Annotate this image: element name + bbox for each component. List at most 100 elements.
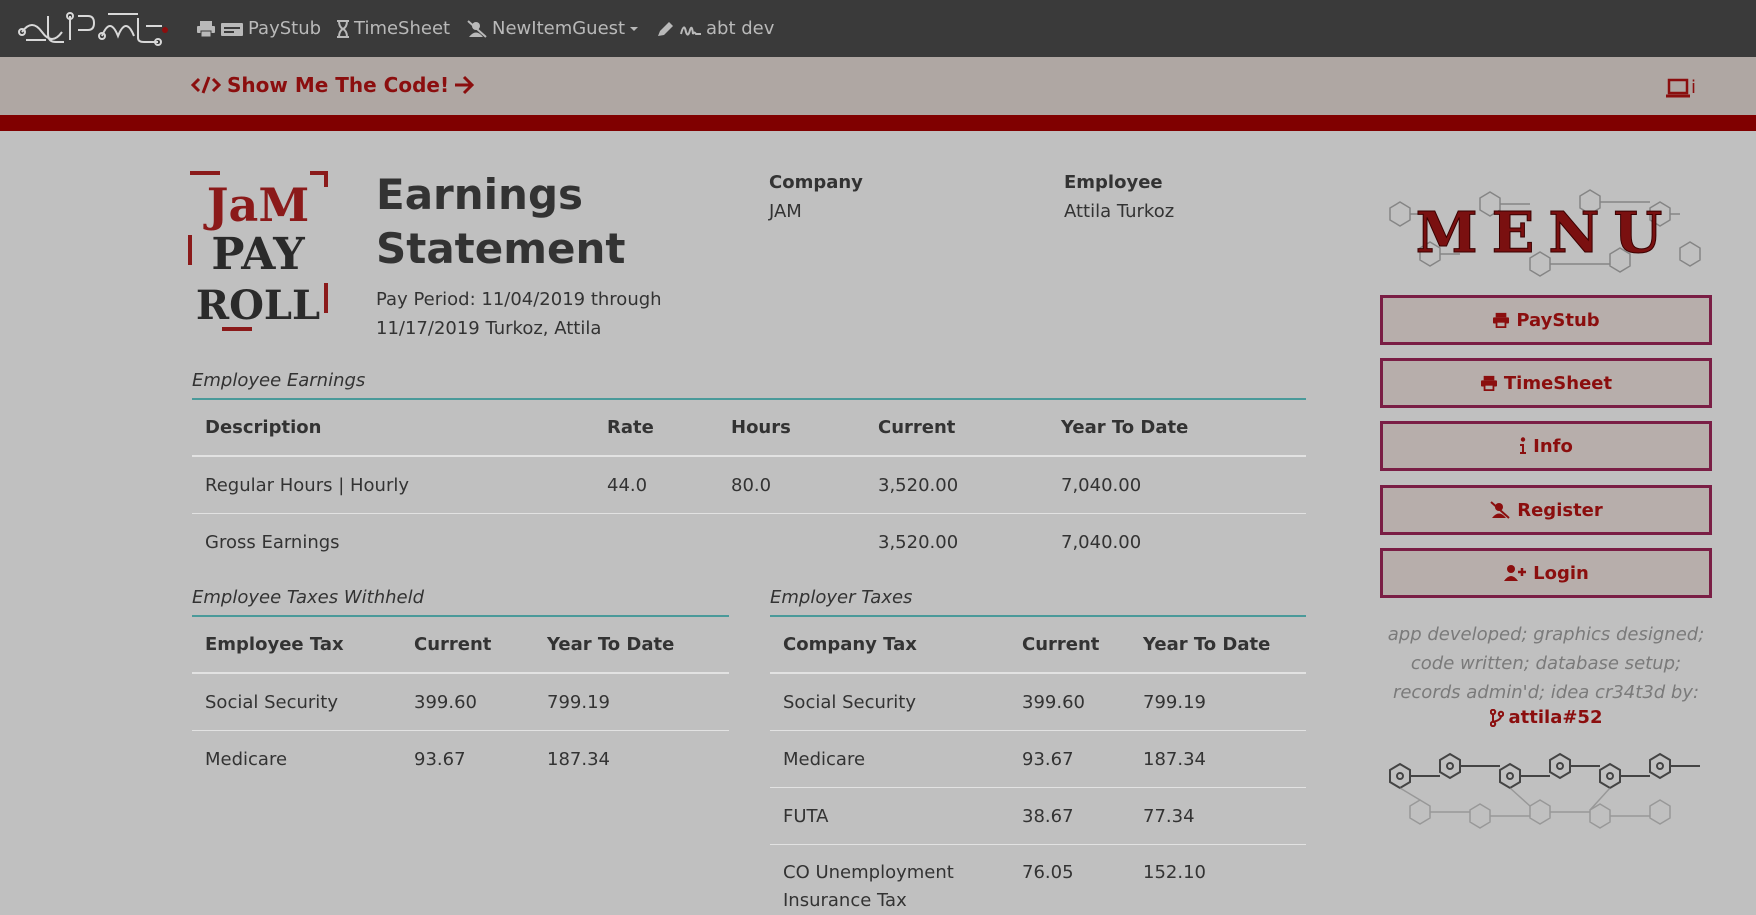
table-cell: 399.60 <box>1009 673 1130 731</box>
pay-period-line-1: Pay Period: 11/04/2019 through <box>376 285 676 314</box>
code-bar: Show Me The Code! i <box>0 57 1756 115</box>
employer-taxes-section-title: Employer Taxes <box>770 587 1306 617</box>
show-code-link[interactable]: Show Me The Code! <box>191 73 449 97</box>
pencil-icon <box>656 20 676 38</box>
table-cell: 80.0 <box>718 456 865 514</box>
author-link[interactable]: attila#52 <box>1380 707 1712 728</box>
table-cell: 799.19 <box>1130 673 1306 731</box>
column-header: Description <box>192 399 594 456</box>
column-header: Current <box>865 399 1048 456</box>
table-cell <box>718 514 865 571</box>
credits-line: code written; database setup; <box>1380 649 1712 678</box>
menu-login-button[interactable]: Login <box>1380 548 1712 598</box>
table-cell: Social Security <box>770 673 1009 731</box>
table-cell: Social Security <box>192 673 401 731</box>
device-info-toggle[interactable]: i <box>1665 77 1696 98</box>
menu-logo-text: MENU <box>1416 200 1677 266</box>
menu-login-label: Login <box>1533 563 1589 584</box>
nav-newitem-label: NewItemGuest <box>492 18 625 39</box>
table-cell: 152.10 <box>1130 845 1306 915</box>
table-row: Social Security 399.60 799.19 <box>770 673 1306 731</box>
table-cell: 187.34 <box>1130 731 1306 788</box>
table-cell: 93.67 <box>1009 731 1130 788</box>
svg-text:PAY: PAY <box>211 229 305 280</box>
column-header: Employee Tax <box>192 616 401 673</box>
employee-label: Employee <box>1064 172 1163 193</box>
table-header-row: Description Rate Hours Current Year To D… <box>192 399 1306 456</box>
hourglass-icon <box>336 20 350 38</box>
info-icon <box>1519 437 1527 455</box>
arrow-right-icon[interactable] <box>453 75 475 95</box>
table-row: Medicare 93.67 187.34 <box>192 731 729 788</box>
user-plus-icon <box>1503 564 1527 582</box>
column-header: Hours <box>718 399 865 456</box>
menu-paystub-button[interactable]: PayStub <box>1380 295 1712 345</box>
table-cell: 3,520.00 <box>865 456 1048 514</box>
table-cell: Medicare <box>192 731 401 788</box>
printer-icon <box>1492 312 1510 328</box>
jam-payroll-logo: JaM PAY ROLL <box>186 169 330 333</box>
table-cell: 3,520.00 <box>865 514 1048 571</box>
printer-icon <box>1480 375 1498 391</box>
credits-text: app developed; graphics designed; code w… <box>1380 620 1712 707</box>
molecule-decoration <box>1380 740 1712 835</box>
table-row: Regular Hours | Hourly 44.0 80.0 3,520.0… <box>192 456 1306 514</box>
nav-abt-dev-label: abt dev <box>706 18 774 39</box>
nav-newitem-dropdown[interactable]: NewItemGuest <box>466 0 643 57</box>
code-branch-icon <box>1490 709 1504 727</box>
laptop-icon <box>1665 78 1691 98</box>
table-cell: CO Unemployment Insurance Tax <box>770 845 1009 915</box>
table-cell: 799.19 <box>534 673 729 731</box>
table-row: Gross Earnings 3,520.00 7,040.00 <box>192 514 1306 571</box>
employee-taxes-section-title: Employee Taxes Withheld <box>192 587 729 617</box>
logo-text: JaM <box>203 178 310 232</box>
nav-abt-dev[interactable]: abt dev <box>656 0 774 57</box>
menu-info-label: Info <box>1533 436 1573 457</box>
table-cell: Medicare <box>770 731 1009 788</box>
nav-timesheet[interactable]: TimeSheet <box>336 0 450 57</box>
nav-paystub-label: PayStub <box>248 18 321 39</box>
table-row: FUTA 38.67 77.34 <box>770 788 1306 845</box>
nav-paystub[interactable]: PayStub <box>196 0 321 57</box>
menu-register-button[interactable]: Register <box>1380 485 1712 535</box>
table-cell <box>594 514 718 571</box>
table-cell: FUTA <box>770 788 1009 845</box>
column-header: Year To Date <box>1048 399 1306 456</box>
menu-register-label: Register <box>1517 500 1603 521</box>
caret-down-icon <box>629 25 639 33</box>
nav-timesheet-label: TimeSheet <box>354 18 450 39</box>
show-code-label: Show Me The Code! <box>227 73 449 97</box>
user-slash-icon <box>466 20 488 38</box>
table-row: Medicare 93.67 187.34 <box>770 731 1306 788</box>
column-header: Rate <box>594 399 718 456</box>
company-label: Company <box>769 172 863 193</box>
menu-logo: MENU <box>1380 188 1712 278</box>
table-row: CO Unemployment Insurance Tax 76.05 152.… <box>770 845 1306 915</box>
table-cell: 44.0 <box>594 456 718 514</box>
table-cell: 76.05 <box>1009 845 1130 915</box>
printer-icon <box>196 20 216 38</box>
table-cell: 7,040.00 <box>1048 456 1306 514</box>
svg-text:ROLL: ROLL <box>196 282 320 329</box>
table-cell: Regular Hours | Hourly <box>192 456 594 514</box>
pay-period: Pay Period: 11/04/2019 through 11/17/201… <box>376 285 676 343</box>
top-navbar: PayStub TimeSheet NewItemGuest abt dev <box>0 0 1756 57</box>
column-header: Current <box>1009 616 1130 673</box>
page-title: Earnings Statement <box>376 168 636 276</box>
employee-value: Attila Turkoz <box>1064 201 1174 222</box>
table-cell: 38.67 <box>1009 788 1130 845</box>
pay-period-line-2: 11/17/2019 Turkoz, Attila <box>376 314 676 343</box>
company-value: JAM <box>769 201 802 222</box>
menu-paystub-label: PayStub <box>1516 310 1599 331</box>
code-icon <box>191 75 221 95</box>
credits-line: app developed; graphics designed; <box>1380 620 1712 649</box>
brand-logo[interactable] <box>18 6 170 50</box>
user-slash-icon <box>1489 501 1511 519</box>
menu-info-button[interactable]: Info <box>1380 421 1712 471</box>
menu-timesheet-label: TimeSheet <box>1504 373 1612 394</box>
column-header: Current <box>401 616 534 673</box>
signature-icon <box>680 20 702 38</box>
menu-timesheet-button[interactable]: TimeSheet <box>1380 358 1712 408</box>
money-icon <box>220 20 244 38</box>
column-header: Year To Date <box>1130 616 1306 673</box>
